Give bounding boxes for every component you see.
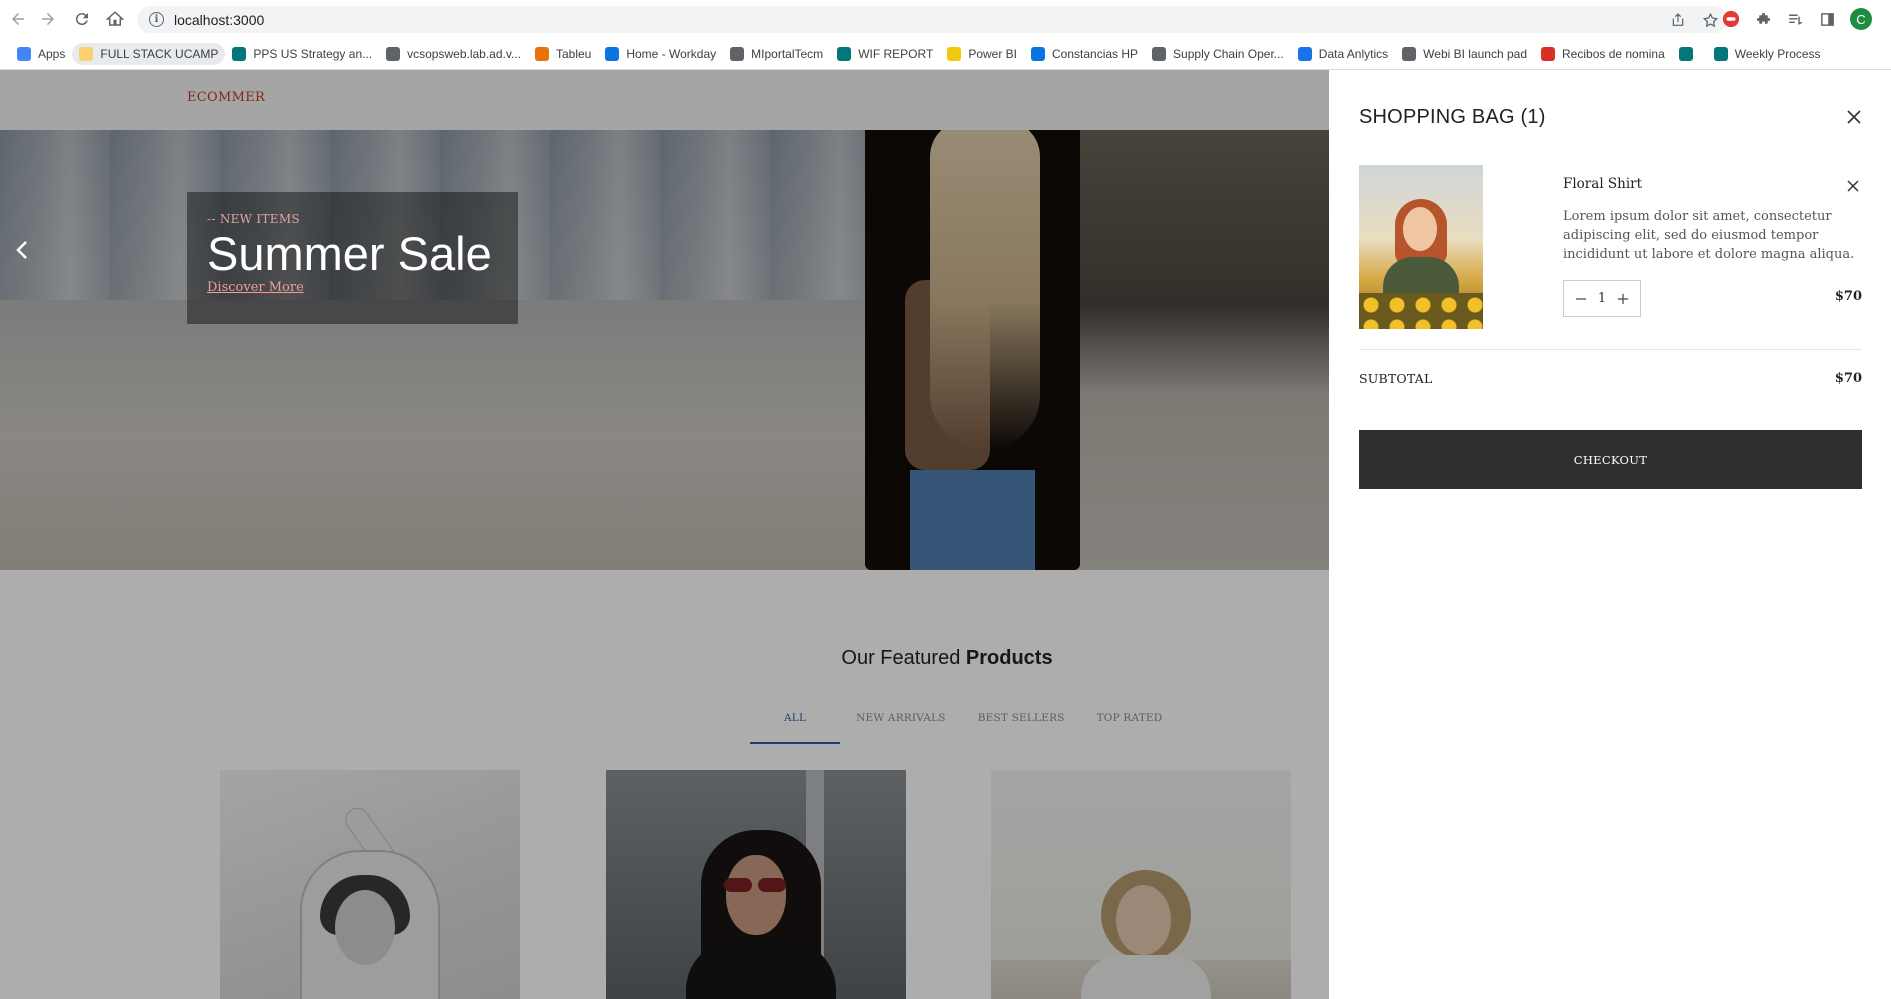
drawer-title: SHOPPING BAG (1) — [1359, 106, 1546, 128]
browser-toolbar: i localhost:3000 C — [0, 0, 1891, 38]
bookmark-favicon-icon — [1297, 46, 1312, 61]
bookmark-favicon-icon — [947, 46, 962, 61]
cart-item-name: Floral Shirt — [1563, 176, 1643, 192]
bookmarks-bar: Apps FULL STACK UCAMP PPS US Strategy an..… — [0, 38, 1891, 70]
cart-item-description: Lorem ipsum dolor sit amet, consectetur … — [1563, 209, 1855, 262]
bookmark-favicon-icon — [1402, 46, 1417, 61]
bookmark-label: Webi BI launch pad — [1423, 46, 1528, 61]
reload-icon[interactable] — [70, 7, 94, 31]
cart-photo-face — [1403, 207, 1437, 251]
bookmark-label: MIportalTecm — [751, 46, 824, 61]
bookmark-favicon-icon — [232, 46, 247, 61]
bookmark-favicon-icon — [1031, 46, 1045, 61]
bookmark-label: Supply Chain Oper... — [1173, 46, 1284, 61]
checkout-button[interactable]: CHECKOUT — [1359, 430, 1862, 489]
page-viewport: ECOMMER Our Featured Products ALL NEW AR… — [0, 70, 1891, 999]
side-panel-icon[interactable] — [1818, 10, 1836, 28]
bookmark-item[interactable]: Weekly Process — [1707, 43, 1828, 65]
storefront: ECOMMER Our Featured Products ALL NEW AR… — [0, 70, 1329, 999]
bookmark-item[interactable]: WIF REPORT — [830, 43, 940, 65]
bookmark-item[interactable]: Home - Workday — [598, 43, 723, 65]
bookmark-item[interactable]: Supply Chain Oper... — [1145, 43, 1291, 65]
bookmark-item[interactable]: Data Anlytics — [1291, 43, 1395, 65]
bookmark-favicon-icon — [534, 46, 549, 61]
reading-list-icon[interactable] — [1786, 10, 1804, 28]
bookmark-favicon-icon — [605, 46, 620, 61]
remove-item-icon[interactable] — [1845, 178, 1861, 194]
divider — [1359, 349, 1862, 350]
url-text: localhost:3000 — [174, 11, 265, 28]
cart-item-price: $70 — [1834, 289, 1862, 304]
bookmark-apps[interactable]: Apps — [10, 43, 72, 65]
bookmark-favicon-icon — [386, 46, 401, 61]
plus-icon[interactable] — [1616, 292, 1630, 306]
hero-title: Summer Sale — [207, 227, 492, 280]
extension-red-icon[interactable] — [1722, 10, 1740, 28]
bookmark-item[interactable]: FULL STACK UCAMP — [72, 42, 226, 65]
subtotal-value: $70 — [1834, 371, 1862, 386]
bookmark-star-icon[interactable] — [1701, 11, 1719, 29]
minus-icon[interactable] — [1574, 292, 1588, 306]
bookmark-label: vcsopsweb.lab.ad.v... — [407, 46, 521, 61]
bookmark-item[interactable]: vcsopsweb.lab.ad.v... — [379, 43, 528, 65]
quantity-stepper: 1 — [1563, 280, 1641, 317]
bookmark-label: WIF REPORT — [858, 46, 934, 61]
discover-more-link[interactable]: Discover More — [207, 280, 304, 295]
bookmark-item[interactable]: Recibos de nomina — [1534, 43, 1672, 65]
bookmark-label: Tableu — [555, 46, 592, 61]
bookmark-favicon-icon — [1152, 46, 1167, 61]
chevron-left-icon[interactable] — [12, 235, 32, 265]
hero-promo-card: -- NEW ITEMS Summer Sale Discover More — [187, 192, 518, 324]
bookmark-favicon-icon — [1713, 46, 1728, 61]
bookmark-item[interactable]: Power BI — [940, 43, 1024, 65]
site-info-icon[interactable]: i — [149, 12, 164, 27]
extensions-area: C — [1722, 8, 1872, 30]
bookmark-item[interactable]: Tableu — [528, 43, 598, 65]
bookmark-label: PPS US Strategy an... — [253, 46, 373, 61]
bookmark-favicon-icon — [730, 46, 745, 61]
bookmark-favicon-icon — [1678, 46, 1693, 61]
bookmark-label: Home - Workday — [626, 46, 717, 61]
bookmark-favicon-icon — [79, 46, 94, 61]
bookmark-favicon-icon — [1541, 46, 1556, 61]
apps-grid-icon — [17, 46, 31, 61]
cart-item-image[interactable] — [1359, 165, 1483, 329]
profile-avatar[interactable]: C — [1850, 8, 1872, 30]
subtotal-label: SUBTOTAL — [1359, 371, 1433, 386]
shopping-bag-drawer: SHOPPING BAG (1) Floral Shirt Lorem ipsu… — [1329, 70, 1891, 999]
bookmark-label: Power BI — [968, 46, 1017, 61]
bookmark-label: Constancias HP — [1052, 46, 1139, 61]
bookmark-item[interactable]: Constancias HP — [1024, 43, 1145, 65]
cart-photo-sunflowers — [1359, 293, 1483, 329]
bookmark-favicon-icon — [837, 46, 852, 61]
bookmark-item[interactable]: PPS US Strategy an... — [225, 43, 379, 65]
close-icon[interactable] — [1845, 108, 1863, 126]
bookmark-item[interactable]: MIportalTecm — [723, 43, 830, 65]
hero-tag: -- NEW ITEMS — [207, 212, 300, 226]
bookmark-label: Weekly Process — [1734, 46, 1821, 61]
address-bar[interactable]: i localhost:3000 — [137, 6, 1727, 33]
forward-icon[interactable] — [36, 7, 60, 31]
bookmark-item[interactable] — [1672, 43, 1707, 65]
bookmark-item[interactable]: Webi BI launch pad — [1395, 43, 1534, 65]
bookmark-label: Data Anlytics — [1318, 46, 1389, 61]
bookmark-label: Apps — [38, 46, 66, 61]
quantity-value[interactable]: 1 — [1598, 291, 1606, 306]
bookmark-label: FULL STACK UCAMP — [100, 46, 219, 61]
home-icon[interactable] — [103, 7, 127, 31]
share-icon[interactable] — [1669, 11, 1687, 29]
bookmark-label: Recibos de nomina — [1562, 46, 1665, 61]
puzzle-extensions-icon[interactable] — [1754, 10, 1772, 28]
back-icon[interactable] — [6, 7, 30, 31]
